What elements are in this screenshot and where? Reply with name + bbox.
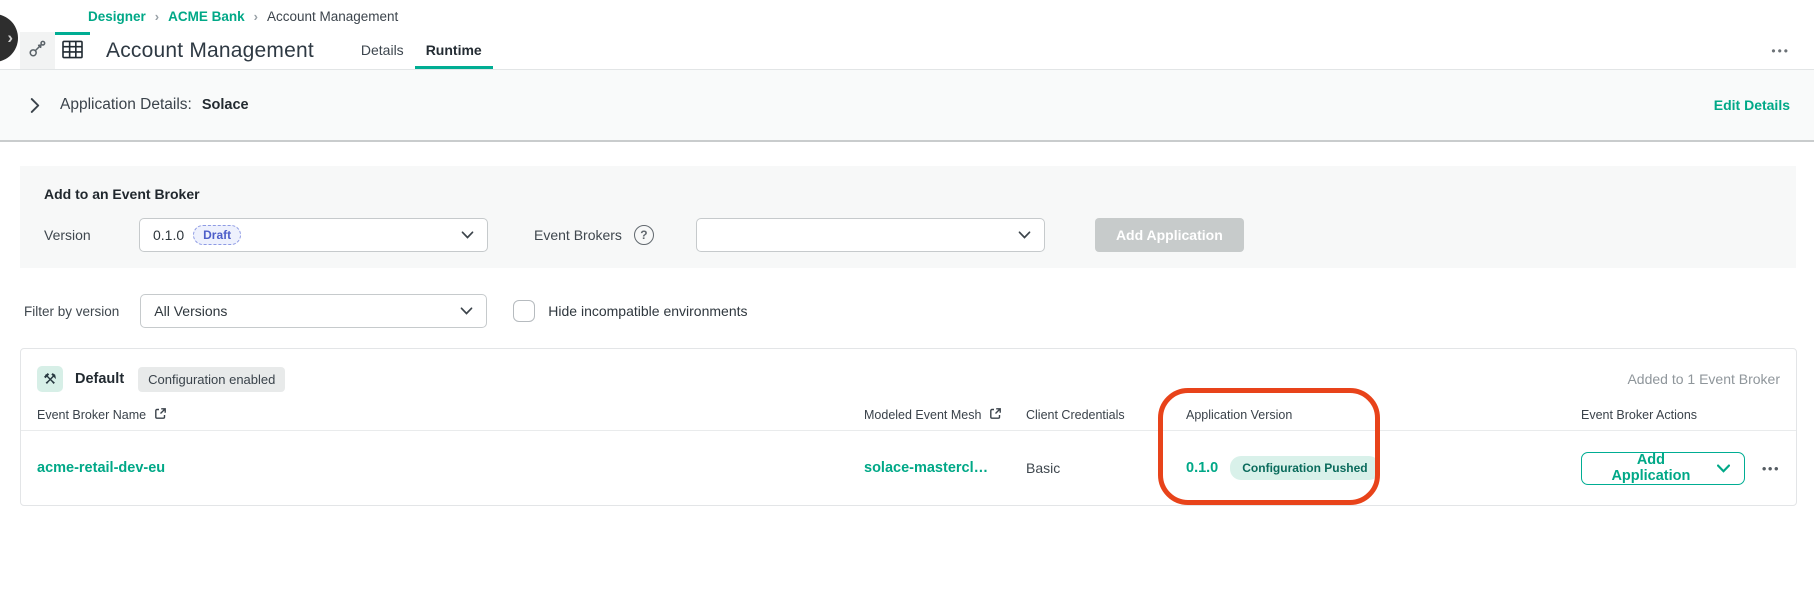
version-label: Version	[44, 227, 139, 243]
header-tabs: Details Runtime	[350, 32, 493, 69]
external-link-icon[interactable]	[989, 407, 1002, 423]
column-client-credentials: Client Credentials	[1026, 408, 1186, 422]
row-actions-cell: Add Application •••	[1581, 452, 1780, 485]
column-modeled-event-mesh: Modeled Event Mesh	[864, 407, 1026, 423]
panel-title: Add to an Event Broker	[44, 186, 1772, 202]
configuration-enabled-badge: Configuration enabled	[138, 367, 285, 392]
chevron-down-icon	[1717, 464, 1730, 473]
column-event-broker-actions: Event Broker Actions	[1581, 408, 1780, 422]
column-label: Application Version	[1186, 408, 1292, 422]
filter-by-version-label: Filter by version	[24, 304, 119, 319]
application-version-number: 0.1.0	[1186, 460, 1218, 476]
client-credentials-value: Basic	[1026, 460, 1186, 476]
page-title: Account Management	[106, 39, 314, 63]
table-header-row: Event Broker Name Modeled Event Mesh	[21, 399, 1796, 431]
environment-card: ⚒ Default Configuration enabled Added to…	[20, 348, 1797, 506]
column-label: Event Broker Name	[37, 408, 146, 422]
tools-icon: ⚒	[37, 366, 63, 392]
column-label: Event Broker Actions	[1581, 408, 1697, 422]
modeled-event-mesh-link[interactable]: solace-mastercl…	[864, 460, 989, 476]
chevron-down-icon	[460, 307, 473, 315]
tab-graph-view[interactable]	[20, 32, 55, 69]
help-icon[interactable]: ?	[634, 225, 654, 245]
version-filter-value: All Versions	[154, 303, 227, 319]
edit-details-link[interactable]: Edit Details	[1714, 97, 1790, 113]
environment-card-header: ⚒ Default Configuration enabled Added to…	[21, 349, 1796, 399]
row-add-application-button[interactable]: Add Application	[1581, 452, 1745, 485]
panel-controls: Version 0.1.0 Draft Event Brokers ? Add …	[44, 218, 1772, 252]
breadcrumb-current: Account Management	[267, 9, 398, 24]
table-row: acme-retail-dev-eu solace-mastercl… Basi…	[21, 431, 1796, 505]
environment-name: Default	[75, 371, 124, 387]
more-options-icon[interactable]: •••	[1771, 44, 1790, 58]
header-spacer	[493, 32, 1772, 69]
configuration-pushed-badge: Configuration Pushed	[1230, 456, 1379, 480]
details-label: Application Details:	[60, 96, 192, 114]
hide-incompatible-label: Hide incompatible environments	[548, 303, 747, 319]
version-select[interactable]: 0.1.0 Draft	[139, 218, 488, 252]
hide-incompatible-checkbox[interactable]	[513, 300, 535, 322]
added-summary: Added to 1 Event Broker	[1627, 371, 1780, 387]
row-more-options-icon[interactable]: •••	[1762, 461, 1780, 476]
draft-badge: Draft	[193, 225, 241, 245]
event-brokers-label: Event Brokers	[534, 227, 622, 243]
column-application-version: Application Version	[1186, 408, 1581, 422]
application-name: Solace	[202, 97, 249, 113]
page-header: Account Management Details Runtime •••	[0, 32, 1814, 70]
topology-graph-icon	[27, 38, 48, 64]
chevron-down-icon	[461, 231, 474, 239]
breadcrumb-separator-icon: ›	[155, 9, 159, 24]
add-application-button-disabled[interactable]: Add Application	[1095, 218, 1244, 252]
column-event-broker-name: Event Broker Name	[37, 407, 864, 423]
chevron-right-icon: ›	[7, 28, 13, 48]
table-grid-icon	[62, 40, 83, 64]
chevron-right-icon	[30, 98, 40, 113]
breadcrumb-separator-icon: ›	[254, 9, 258, 24]
breadcrumb-acme-bank[interactable]: ACME Bank	[168, 9, 245, 24]
row-add-application-label: Add Application	[1596, 452, 1706, 484]
column-label: Modeled Event Mesh	[864, 408, 981, 422]
version-filter-select[interactable]: All Versions	[140, 294, 487, 328]
external-link-icon[interactable]	[154, 407, 167, 423]
expand-details-button[interactable]	[30, 98, 40, 113]
event-broker-name-link[interactable]: acme-retail-dev-eu	[37, 460, 864, 476]
filter-row: Filter by version All Versions Hide inco…	[24, 294, 1814, 328]
add-to-broker-panel: Add to an Event Broker Version 0.1.0 Dra…	[20, 166, 1796, 268]
tab-runtime[interactable]: Runtime	[415, 32, 493, 69]
runtime-page: › Designer › ACME Bank › Account Managem…	[0, 0, 1814, 607]
tab-details[interactable]: Details	[350, 32, 415, 69]
application-version-cell: 0.1.0 Configuration Pushed	[1186, 456, 1581, 480]
application-details-bar: Application Details: Solace Edit Details	[0, 70, 1814, 142]
breadcrumb-designer[interactable]: Designer	[88, 9, 146, 24]
event-brokers-select[interactable]	[696, 218, 1045, 252]
breadcrumb: Designer › ACME Bank › Account Managemen…	[0, 0, 1814, 32]
version-select-value: 0.1.0	[153, 227, 184, 243]
tab-table-view[interactable]	[55, 32, 90, 69]
column-label: Client Credentials	[1026, 408, 1125, 422]
chevron-down-icon	[1018, 231, 1031, 239]
